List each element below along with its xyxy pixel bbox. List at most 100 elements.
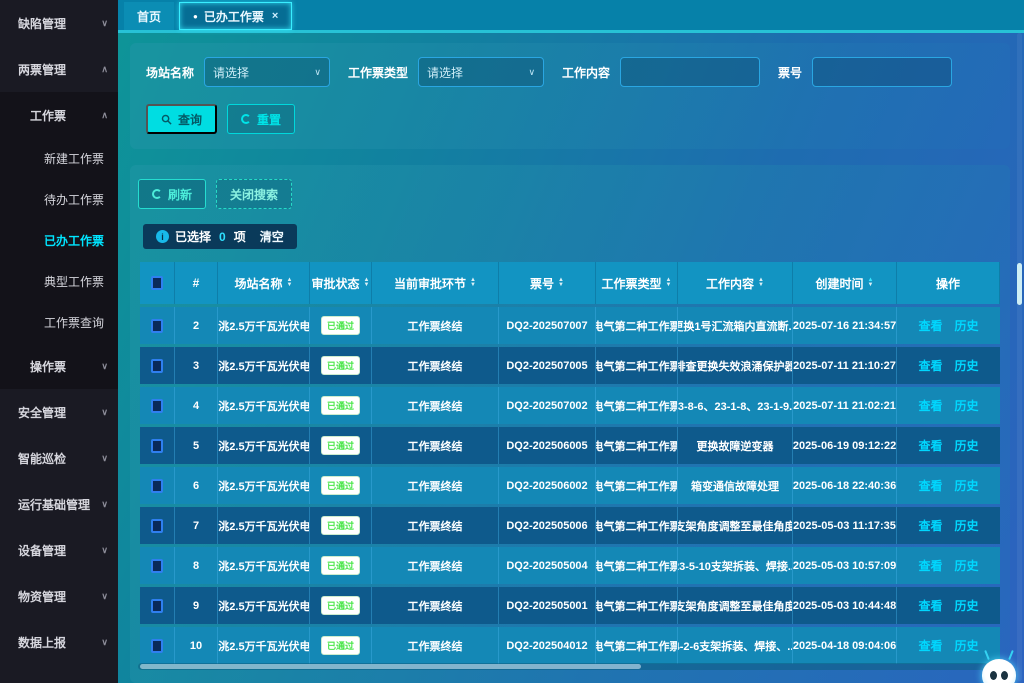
horizontal-scrollbar-thumb[interactable] xyxy=(140,664,641,669)
cell-ticket: DQ2-202507007 xyxy=(499,307,596,344)
row-checkbox[interactable] xyxy=(151,519,163,533)
sidebar-item[interactable]: 运行基础管理∨ xyxy=(0,481,118,527)
row-checkbox[interactable] xyxy=(151,319,163,333)
history-link[interactable]: 历史 xyxy=(955,397,979,414)
query-button-label: 查询 xyxy=(178,111,202,128)
history-link[interactable]: 历史 xyxy=(955,637,979,654)
ticket-no-input[interactable] xyxy=(812,57,952,87)
tab-home[interactable]: 首页 xyxy=(124,2,174,30)
cell-action: 查看历史 xyxy=(897,547,1000,584)
column-header-station[interactable]: 场站名称 ▲▼ xyxy=(218,262,310,304)
tab-done-worktickets[interactable]: ● 已办工作票 × xyxy=(179,2,292,30)
view-link[interactable]: 查看 xyxy=(918,637,942,654)
sort-arrows-icon[interactable]: ▲▼ xyxy=(868,278,874,288)
sidebar-item[interactable]: 典型工作票 xyxy=(0,261,118,302)
view-link[interactable]: 查看 xyxy=(918,477,942,494)
sidebar-item-label: 工作票查询 xyxy=(44,314,104,331)
row-checkbox[interactable] xyxy=(151,359,163,373)
view-link[interactable]: 查看 xyxy=(918,557,942,574)
sidebar-item[interactable]: 新建工作票 xyxy=(0,138,118,179)
sort-arrows-icon[interactable]: ▲▼ xyxy=(287,278,293,288)
row-checkbox[interactable] xyxy=(151,559,163,573)
view-link[interactable]: 查看 xyxy=(918,437,942,454)
sidebar-menu: 缺陷管理∨两票管理∧ 工作票 ∧ 新建工作票待办工作票已办工作票典型工作票工作票查询操… xyxy=(0,0,118,665)
vertical-scrollbar-thumb[interactable] xyxy=(1017,263,1022,305)
cell-content: 23-8-6、23-1-8、23-1-9... xyxy=(678,387,793,424)
station-name-select[interactable]: 请选择 ∨ xyxy=(204,57,330,87)
refresh-icon xyxy=(152,189,162,199)
history-link[interactable]: 历史 xyxy=(955,437,979,454)
query-button[interactable]: 查询 xyxy=(146,104,217,134)
row-checkbox[interactable] xyxy=(151,479,163,493)
sort-arrows-icon[interactable]: ▲▼ xyxy=(364,278,370,288)
ticket-type-select[interactable]: 请选择 ∨ xyxy=(418,57,544,87)
sidebar-item-label: 工作票 xyxy=(30,107,66,124)
sidebar-item[interactable]: 设备管理∨ xyxy=(0,527,118,573)
status-badge: 已通过 xyxy=(321,316,360,335)
sort-arrows-icon[interactable]: ▲▼ xyxy=(470,278,476,288)
work-content-input[interactable] xyxy=(620,57,760,87)
sort-arrows-icon[interactable]: ▲▼ xyxy=(666,278,672,288)
robot-assistant-icon[interactable] xyxy=(979,651,1019,683)
column-header-label: 场站名称 xyxy=(235,275,283,292)
sort-arrows-icon[interactable]: ▲▼ xyxy=(558,278,564,288)
history-link[interactable]: 历史 xyxy=(955,317,979,334)
sidebar-item[interactable]: 数据上报∨ xyxy=(0,619,118,665)
view-link[interactable]: 查看 xyxy=(918,597,942,614)
cell-content: 排查更换失效浪涌保护器 xyxy=(678,347,793,384)
filter-panel: 场站名称 请选择 ∨ 工作票类型 请选择 ∨ 工作内容 票号 查询 xyxy=(130,43,1010,149)
sidebar-item[interactable]: 智能巡检∨ xyxy=(0,435,118,481)
column-header-status[interactable]: 审批状态▲▼ xyxy=(310,262,372,304)
view-link[interactable]: 查看 xyxy=(918,357,942,374)
view-link[interactable]: 查看 xyxy=(918,397,942,414)
close-search-button[interactable]: 关闭搜索 xyxy=(216,179,292,209)
view-link[interactable]: 查看 xyxy=(918,317,942,334)
row-checkbox[interactable] xyxy=(151,639,163,653)
row-checkbox[interactable] xyxy=(151,599,163,613)
sidebar-item[interactable]: 工作票查询 xyxy=(0,302,118,343)
column-header-step[interactable]: 当前审批环节▲▼ xyxy=(372,262,499,304)
column-header-content[interactable]: 工作内容▲▼ xyxy=(678,262,793,304)
view-link[interactable]: 查看 xyxy=(918,517,942,534)
sidebar-item[interactable]: 两票管理∧ xyxy=(0,46,118,92)
sidebar-item[interactable]: 工作票 ∧ xyxy=(0,92,118,138)
status-badge: 已通过 xyxy=(321,396,360,415)
sidebar-item[interactable]: 操作票∨ xyxy=(0,343,118,389)
cell-status: 已通过 xyxy=(310,627,372,664)
ticket-type-select-value: 请选择 xyxy=(427,64,463,81)
cell-status: 已通过 xyxy=(310,547,372,584)
chevron-up-icon: ∧ xyxy=(101,110,108,121)
row-checkbox[interactable] xyxy=(151,399,163,413)
reset-button[interactable]: 重置 xyxy=(227,104,295,134)
tab-close-icon[interactable]: × xyxy=(272,10,278,22)
status-badge: 已通过 xyxy=(321,476,360,495)
column-header-ticket[interactable]: 票号▲▼ xyxy=(499,262,596,304)
sidebar-item[interactable]: 待办工作票 xyxy=(0,179,118,220)
cell-status: 已通过 xyxy=(310,307,372,344)
history-link[interactable]: 历史 xyxy=(955,557,979,574)
cell-ticket: DQ2-202505004 xyxy=(499,547,596,584)
table-row: 3临洮2.5万千瓦光伏电...已通过工作票终结DQ2-202507005电气第二… xyxy=(140,347,1000,384)
history-link[interactable]: 历史 xyxy=(955,517,979,534)
sort-arrows-icon[interactable]: ▲▼ xyxy=(758,278,764,288)
sidebar-item-label: 安全管理 xyxy=(18,404,66,421)
clear-selection-link[interactable]: 清空 xyxy=(260,228,284,245)
cell-station: 临洮2.5万千瓦光伏电... xyxy=(218,547,310,584)
sidebar-item[interactable]: 物资管理∨ xyxy=(0,573,118,619)
refresh-button[interactable]: 刷新 xyxy=(138,179,206,209)
cell-status: 已通过 xyxy=(310,387,372,424)
history-link[interactable]: 历史 xyxy=(955,477,979,494)
select-all-checkbox[interactable] xyxy=(151,276,163,290)
sidebar-item[interactable]: 安全管理∨ xyxy=(0,389,118,435)
history-link[interactable]: 历史 xyxy=(955,357,979,374)
row-checkbox-cell xyxy=(140,507,175,544)
chevron-down-icon: ∨ xyxy=(101,453,108,464)
row-checkbox[interactable] xyxy=(151,439,163,453)
sidebar-item[interactable]: 已办工作票 xyxy=(0,220,118,261)
history-link[interactable]: 历史 xyxy=(955,597,979,614)
column-header-created[interactable]: 创建时间▲▼ xyxy=(793,262,897,304)
sidebar-item[interactable]: 缺陷管理∨ xyxy=(0,0,118,46)
tab-home-label: 首页 xyxy=(137,8,161,25)
column-header-type[interactable]: 工作票类型▲▼ xyxy=(596,262,678,304)
cell-status: 已通过 xyxy=(310,347,372,384)
